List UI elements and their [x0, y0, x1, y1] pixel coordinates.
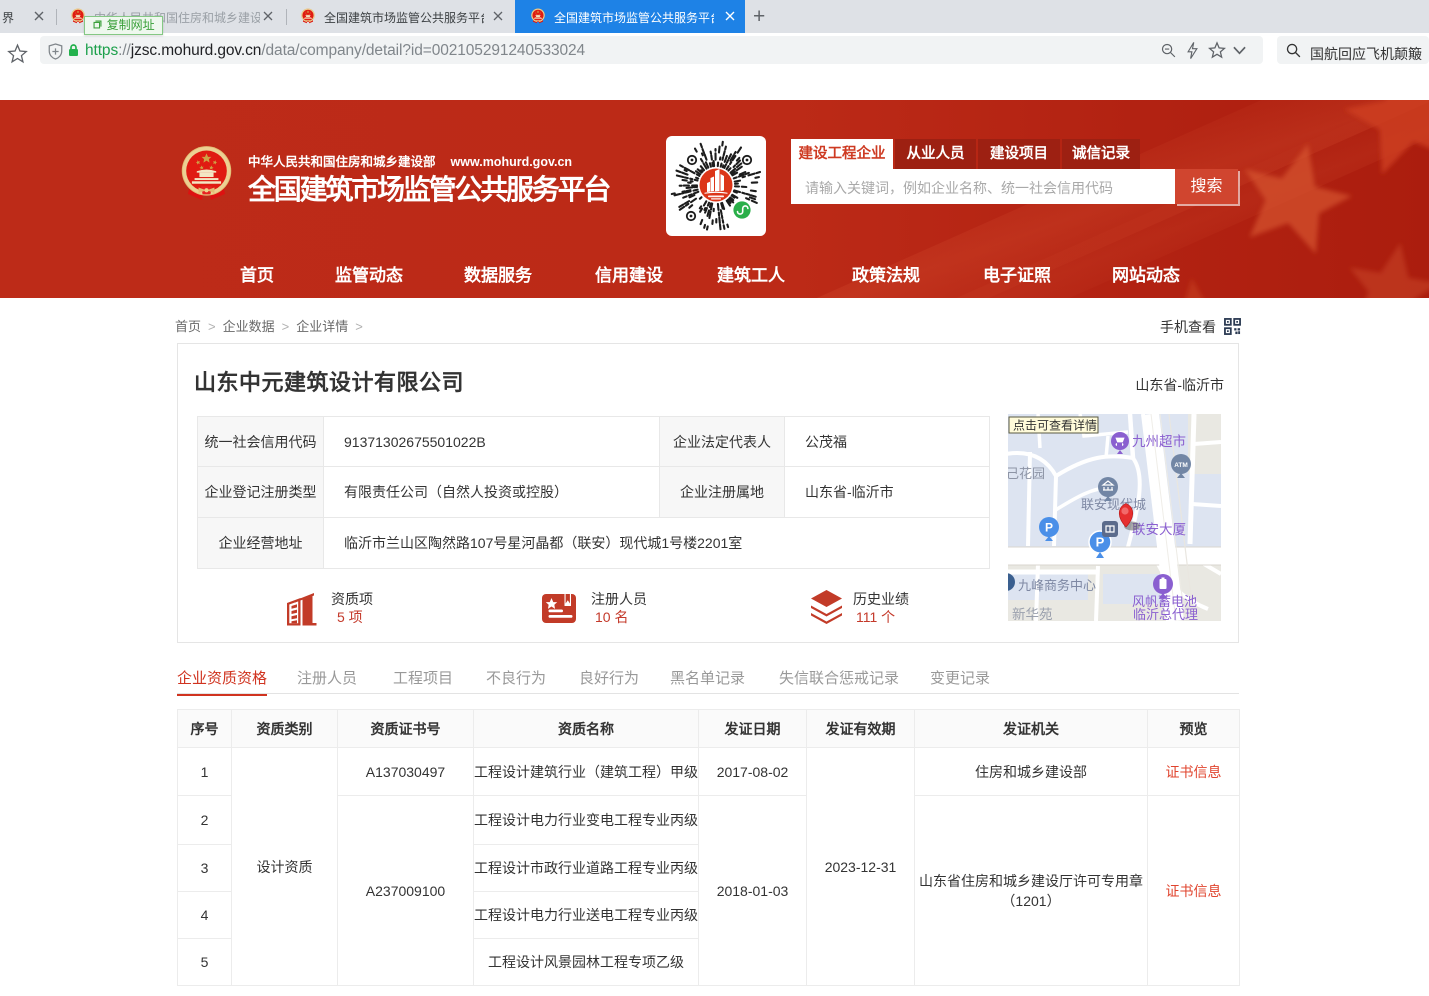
svg-text:联安现代城: 联安现代城	[1081, 497, 1146, 512]
svg-text:己花园: 己花园	[1008, 466, 1045, 481]
svg-text:P: P	[1045, 521, 1053, 535]
svg-text:九州超市: 九州超市	[1132, 433, 1186, 449]
svg-text:P: P	[1096, 535, 1105, 550]
svg-text:临沂总代理: 临沂总代理	[1133, 607, 1198, 621]
svg-text:九峰商务中心: 九峰商务中心	[1018, 578, 1096, 593]
svg-text:ATM: ATM	[1174, 462, 1188, 469]
svg-text:新华苑: 新华苑	[1012, 607, 1053, 621]
svg-text:点击可查看详情: 点击可查看详情	[1013, 418, 1097, 433]
svg-text:联安大厦: 联安大厦	[1132, 522, 1186, 537]
